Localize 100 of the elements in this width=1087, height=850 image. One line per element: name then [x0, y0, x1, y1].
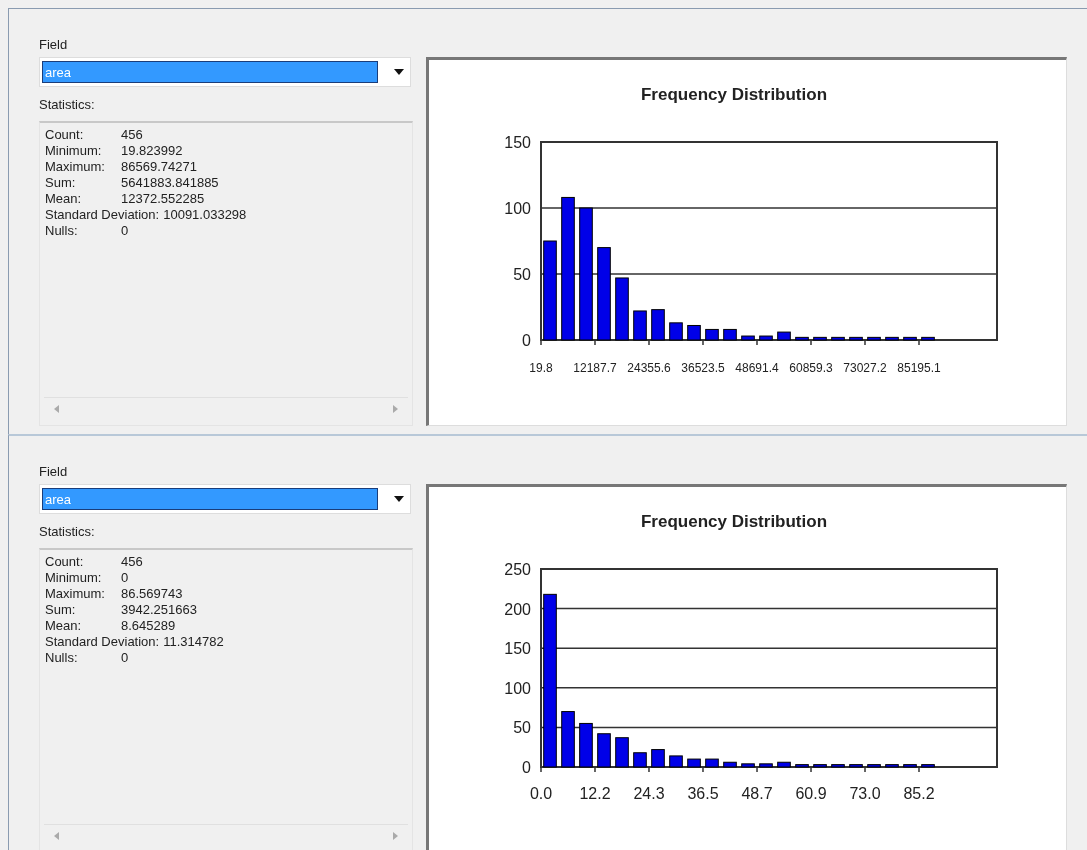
bar [669, 755, 683, 768]
stat-value: 0 [121, 223, 129, 239]
bar [687, 758, 701, 768]
bar [867, 764, 881, 768]
stat-label: Sum: [45, 602, 77, 618]
stat-value: 12372.552285 [121, 191, 205, 207]
bar [777, 761, 791, 768]
x-tick-label: 12.2 [579, 785, 611, 802]
chart-title: Frequency Distribution [640, 512, 828, 531]
x-tick-label: 73.0 [849, 785, 881, 802]
bar [651, 749, 665, 768]
stat-value: 3942.251663 [121, 602, 197, 618]
bar [741, 335, 755, 341]
left-arrow-icon[interactable] [54, 404, 59, 413]
x-tick-label: 24.3 [633, 785, 665, 802]
bar [795, 764, 809, 768]
stat-label: Maximum: [45, 586, 106, 602]
bar [921, 764, 935, 768]
bar [741, 763, 755, 768]
y-tick-label: 100 [504, 679, 531, 697]
bar [903, 764, 917, 768]
x-tick-label: 60.9 [795, 785, 827, 802]
stat-value: 11.314782 [163, 634, 224, 650]
stat-label: Mean: [45, 618, 83, 634]
bar [759, 763, 773, 768]
chart-title: Frequency Distribution [640, 85, 828, 104]
bar [723, 328, 737, 341]
stat-label: Minimum: [45, 143, 103, 159]
y-tick-label: 200 [504, 600, 531, 618]
x-tick-label: 85.2 [903, 785, 935, 802]
bar [849, 764, 863, 768]
bar [615, 277, 629, 341]
stat-label: Count: [45, 554, 85, 570]
bar [885, 336, 899, 341]
x-tick-label: 36523.5 [681, 361, 725, 375]
y-tick-label: 0 [522, 759, 531, 776]
x-tick-label: 85195.1 [897, 361, 941, 375]
caret-icon [394, 69, 404, 75]
y-tick-label: 100 [504, 200, 531, 217]
bar [561, 711, 575, 768]
field-label: Field [39, 37, 69, 53]
x-tick-label: 19.8 [529, 361, 553, 375]
bar [777, 331, 791, 341]
x-tick-label: 48691.4 [735, 361, 779, 375]
stat-value: 456 [121, 554, 143, 570]
stat-label: Count: [45, 127, 85, 143]
y-tick-label: 150 [504, 640, 531, 658]
bar [903, 336, 917, 341]
bar [831, 336, 845, 341]
bar [687, 325, 701, 341]
bar [867, 336, 881, 341]
stat-label: Standard Deviation: [45, 634, 160, 650]
field-dropdown[interactable]: area [39, 484, 411, 514]
stat-label: Nulls: [45, 650, 79, 666]
right-arrow-icon[interactable] [393, 404, 398, 413]
field-label: Field [39, 464, 69, 480]
y-tick-label: 50 [513, 266, 531, 283]
bar [921, 336, 935, 341]
stat-label: Nulls: [45, 223, 79, 239]
bar [633, 752, 647, 768]
bar [633, 310, 647, 341]
stat-value: 86569.74271 [121, 159, 197, 175]
bar [795, 336, 809, 341]
x-tick-label: 36.5 [687, 785, 719, 802]
stat-label: Sum: [45, 175, 77, 191]
dropdown-value: area [42, 61, 378, 83]
bar [669, 322, 683, 341]
bar [759, 335, 773, 341]
stat-value: 0 [121, 570, 129, 586]
dropdown-value: area [42, 488, 378, 510]
bar [579, 722, 593, 768]
y-tick-label: 0 [522, 332, 531, 349]
bar [723, 761, 737, 768]
stat-value: 86.569743 [121, 586, 183, 602]
stat-value: 8.645289 [121, 618, 176, 634]
bar [615, 737, 629, 768]
stat-value: 19.823992 [121, 143, 183, 159]
x-tick-label: 73027.2 [843, 361, 887, 375]
bar [831, 764, 845, 768]
stat-value: 5641883.841885 [121, 175, 219, 191]
bar [705, 328, 719, 341]
bar [651, 309, 665, 341]
right-arrow-icon[interactable] [393, 831, 398, 840]
field-dropdown[interactable]: area [39, 57, 411, 87]
x-tick-label: 0.0 [529, 785, 553, 802]
bar [885, 764, 899, 768]
bar [813, 336, 827, 341]
bar [597, 733, 611, 768]
x-tick-label: 12187.7 [573, 361, 617, 375]
stat-label: Minimum: [45, 570, 103, 586]
stat-label: Standard Deviation: [45, 207, 160, 223]
statistics-label: Statistics: [39, 97, 96, 113]
x-tick-label: 48.7 [741, 785, 773, 802]
statistics-label: Statistics: [39, 524, 96, 540]
y-tick-label: 250 [504, 561, 531, 578]
x-tick-label: 24355.6 [627, 361, 671, 375]
stat-value: 0 [121, 650, 129, 666]
stat-value: 10091.033298 [163, 207, 247, 223]
y-tick-label: 50 [513, 719, 531, 737]
left-arrow-icon[interactable] [54, 831, 59, 840]
